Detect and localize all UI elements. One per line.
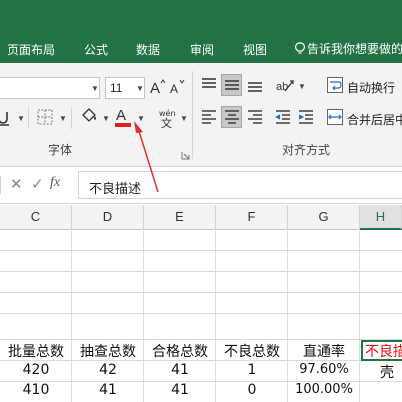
excel-window: { "colors": { "ribbon_green": "#217346",… [0,0,402,402]
annotation-arrow [134,121,159,193]
